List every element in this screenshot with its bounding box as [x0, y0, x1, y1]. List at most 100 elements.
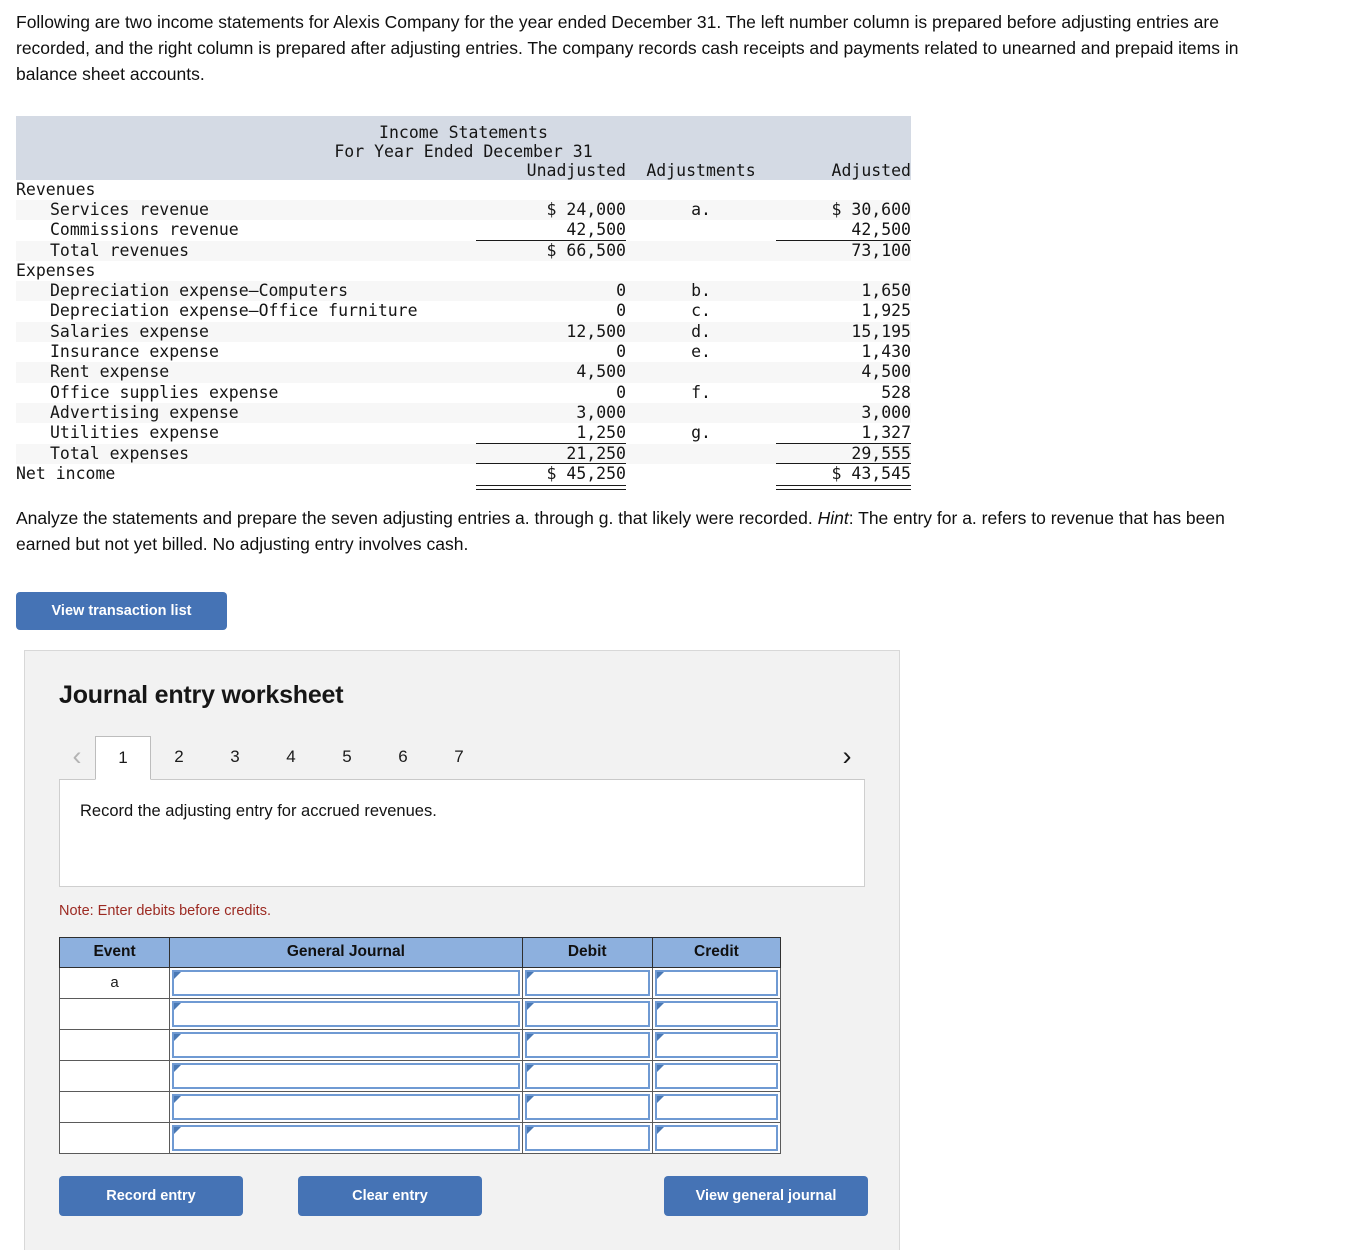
row-adjustment-ref [626, 362, 776, 383]
row-label: Total revenues [16, 240, 476, 261]
table-row [58, 1059, 782, 1092]
general-journal-cell[interactable] [169, 966, 523, 999]
row-adjustment-ref: g. [626, 423, 776, 444]
table-row-total-revenues: Total revenues $ 66,500 73,100 [16, 240, 911, 261]
credit-cell[interactable] [651, 1121, 782, 1154]
debit-cell[interactable] [521, 997, 653, 1030]
row-unadjusted: 1,250 [476, 423, 626, 444]
statement-title-row-1: Income Statements [16, 115, 911, 142]
tab-1[interactable]: 1 [95, 735, 151, 780]
row-unadjusted: 21,250 [476, 443, 626, 464]
debit-input[interactable] [524, 1062, 650, 1089]
expenses-label: Expenses [16, 260, 476, 282]
worksheet-tab-bar: ‹ 1 2 3 4 5 6 7 › [25, 734, 899, 780]
view-general-journal-button[interactable]: View general journal [664, 1175, 868, 1216]
event-cell [58, 1121, 171, 1154]
credit-input[interactable] [654, 1000, 778, 1027]
row-adjusted: 1,327 [776, 423, 911, 444]
general-journal-cell[interactable] [169, 997, 523, 1030]
general-journal-cell[interactable] [169, 1121, 523, 1154]
credit-input[interactable] [654, 1093, 778, 1120]
row-label: Commissions revenue [16, 220, 476, 241]
tab-5[interactable]: 5 [319, 735, 375, 779]
event-cell: a [58, 966, 171, 999]
statement-title-line2: For Year Ended December 31 [16, 141, 911, 161]
row-adjusted: 4,500 [776, 362, 911, 383]
row-unadjusted: 3,000 [476, 402, 626, 424]
credit-input[interactable] [654, 969, 778, 996]
tab-3[interactable]: 3 [207, 735, 263, 779]
account-select[interactable] [172, 1093, 520, 1120]
credit-cell[interactable] [651, 1059, 782, 1092]
debit-input[interactable] [524, 1093, 650, 1120]
tab-7[interactable]: 7 [431, 735, 487, 779]
row-adjustment-ref: a. [626, 199, 776, 221]
debit-input[interactable] [524, 1031, 650, 1058]
account-select[interactable] [172, 1000, 520, 1027]
table-row [58, 1121, 782, 1154]
row-label: Rent expense [16, 362, 476, 383]
tab-2[interactable]: 2 [151, 735, 207, 779]
column-header-adjustments: Adjustments [626, 160, 776, 180]
credit-cell[interactable] [651, 966, 782, 999]
event-cell [58, 1059, 171, 1092]
debit-input[interactable] [524, 969, 650, 996]
table-row: Services revenue $ 24,000 a. $ 30,600 [16, 199, 911, 221]
section-header-expenses: Expenses [16, 260, 911, 282]
tab-4[interactable]: 4 [263, 735, 319, 779]
table-row: Depreciation expense—Office furniture 0 … [16, 301, 911, 322]
credit-input[interactable] [654, 1124, 778, 1151]
table-row-total-expenses: Total expenses 21,250 29,555 [16, 443, 911, 464]
section-header-revenues: Revenues [16, 179, 911, 200]
row-adjustment-ref: b. [626, 281, 776, 302]
account-select[interactable] [172, 1124, 520, 1151]
row-label: Net income [16, 463, 476, 485]
debit-input[interactable] [524, 1124, 650, 1151]
row-adjusted: 29,555 [776, 443, 911, 464]
debit-cell[interactable] [521, 1028, 653, 1061]
account-select[interactable] [172, 1031, 520, 1058]
chevron-left-icon[interactable]: ‹ [59, 735, 95, 779]
credit-cell[interactable] [651, 1090, 782, 1123]
column-header-credit: Credit [651, 936, 782, 968]
general-journal-cell[interactable] [169, 1090, 523, 1123]
row-adjustment-ref [626, 463, 776, 485]
statement-title-row-2: For Year Ended December 31 [16, 141, 911, 161]
row-label: Utilities expense [16, 423, 476, 444]
journal-entry-actions: Record entry Clear entry View general jo… [59, 1175, 869, 1216]
debit-cell[interactable] [521, 1059, 653, 1092]
income-statement-table: Income Statements For Year Ended Decembe… [16, 115, 911, 491]
table-row: Advertising expense 3,000 3,000 [16, 402, 911, 424]
row-adjustment-ref [626, 443, 776, 464]
general-journal-cell[interactable] [169, 1059, 523, 1092]
general-journal-cell[interactable] [169, 1028, 523, 1061]
debits-before-credits-note: Note: Enter debits before credits. [59, 902, 271, 919]
chevron-right-icon[interactable]: › [829, 735, 865, 779]
view-transaction-list-button[interactable]: View transaction list [16, 591, 227, 630]
table-row: Office supplies expense 0 f. 528 [16, 382, 911, 403]
account-select[interactable] [172, 969, 520, 996]
table-row: Rent expense 4,500 4,500 [16, 362, 911, 383]
credit-input[interactable] [654, 1031, 778, 1058]
clear-entry-button[interactable]: Clear entry [298, 1175, 482, 1216]
row-adjusted: 3,000 [776, 402, 911, 424]
tab-6[interactable]: 6 [375, 735, 431, 779]
row-unadjusted: 0 [476, 301, 626, 322]
statement-title-line1: Income Statements [16, 115, 911, 142]
credit-cell[interactable] [651, 1028, 782, 1061]
table-row: a [58, 966, 782, 999]
debit-cell[interactable] [521, 966, 653, 999]
column-header-general-journal: General Journal [169, 936, 523, 968]
credit-input[interactable] [654, 1062, 778, 1089]
row-unadjusted: 0 [476, 382, 626, 403]
row-label: Office supplies expense [16, 382, 476, 403]
account-select[interactable] [172, 1062, 520, 1089]
statement-column-header-row: Unadjusted Adjustments Adjusted [16, 160, 911, 180]
credit-cell[interactable] [651, 997, 782, 1030]
record-entry-button[interactable]: Record entry [59, 1175, 243, 1216]
debit-cell[interactable] [521, 1121, 653, 1154]
worksheet-title: Journal entry worksheet [59, 680, 344, 709]
debit-cell[interactable] [521, 1090, 653, 1123]
table-row: Salaries expense 12,500 d. 15,195 [16, 321, 911, 343]
debit-input[interactable] [524, 1000, 650, 1027]
